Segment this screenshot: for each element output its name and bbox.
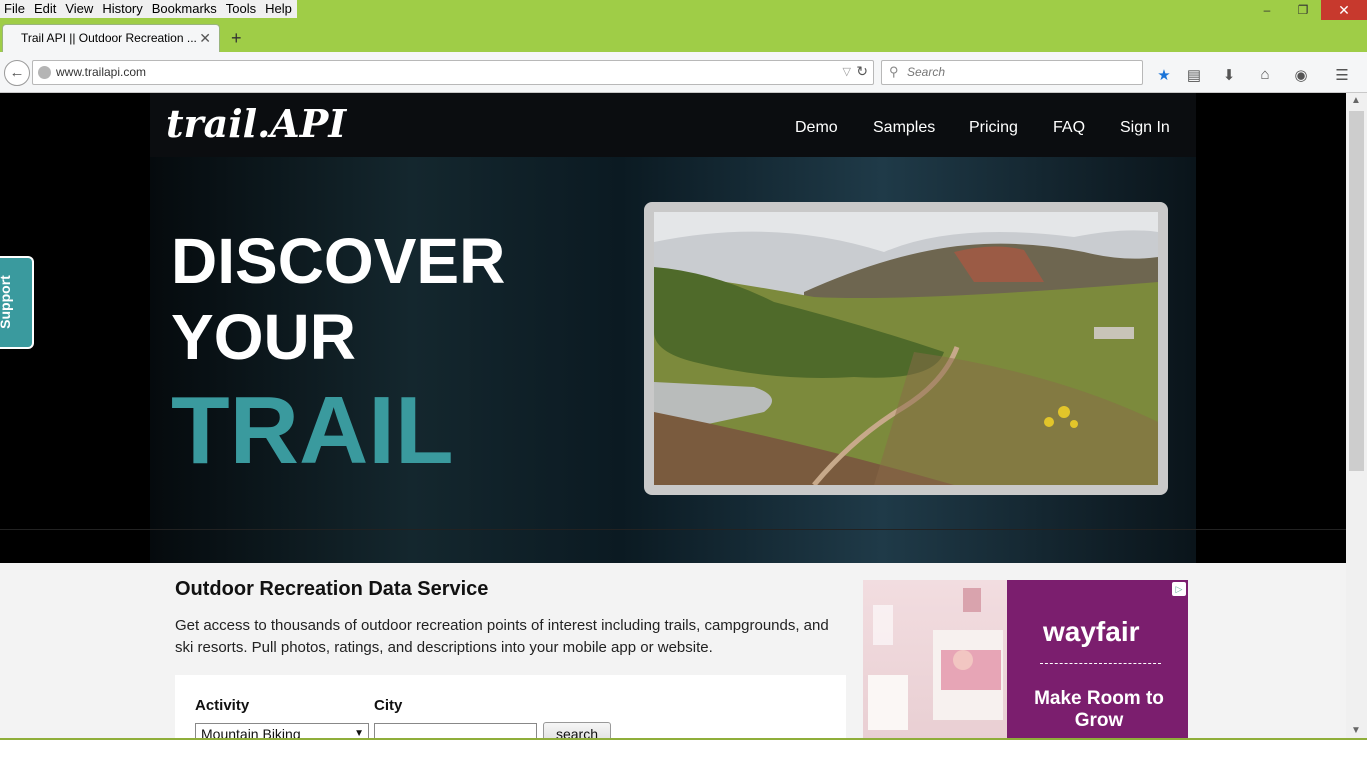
trail-photo [654,212,1158,485]
page-content: trail.API Demo Samples Pricing FAQ Sign … [0,93,1346,738]
advertisement[interactable]: wayfair Make Room to Grow ▷ [863,580,1188,738]
search-placeholder: Search [907,65,946,79]
activity-select[interactable]: Mountain Biking ▼ [195,723,369,738]
scroll-down-icon[interactable]: ▼ [1351,725,1361,736]
menu-tools[interactable]: Tools [222,0,261,18]
nav-samples[interactable]: Samples [873,119,935,137]
reading-list-icon[interactable]: ▤ [1184,66,1204,84]
hero-section: trail.API Demo Samples Pricing FAQ Sign … [0,93,1346,563]
close-window-button[interactable]: ✕ [1321,0,1367,20]
bookmark-star-icon[interactable]: ★ [1154,66,1174,84]
ad-tagline: Make Room to Grow [1034,688,1164,731]
section-description: Get access to thousands of outdoor recre… [175,617,829,656]
chevron-down-icon: ▼ [354,728,364,738]
support-tab[interactable]: Support [0,256,34,349]
search-form: Activity City Mountain Biking ▼ search [175,675,846,738]
home-icon[interactable]: ⌂ [1255,66,1275,83]
ad-brand: wayfair [1043,616,1140,647]
tab-close-icon[interactable]: ✕ [199,25,211,52]
back-button[interactable]: ← [4,60,30,86]
hero-divider [0,529,1346,530]
ad-divider [1040,663,1161,664]
menu-history[interactable]: History [98,0,147,18]
hero-headline-trail: TRAIL [171,377,454,484]
adchoices-icon[interactable]: ▷ [1172,582,1186,596]
nav-demo[interactable]: Demo [795,119,838,137]
menu-bookmarks[interactable]: Bookmarks [148,0,222,18]
city-input[interactable] [374,723,537,738]
globe-icon [38,66,51,79]
menu-edit[interactable]: Edit [30,0,61,18]
minimize-button[interactable]: – [1249,0,1285,20]
nav-faq[interactable]: FAQ [1053,119,1085,137]
reload-icon[interactable]: ↻ [856,63,868,80]
url-text[interactable]: www.trailapi.com [56,61,146,84]
search-bar[interactable]: ⚲ Search [881,60,1143,85]
menu-help[interactable]: Help [261,0,297,18]
city-label: City [374,697,403,714]
back-arrow-icon: ← [9,64,25,81]
scrollbar-thumb[interactable] [1349,111,1364,471]
nav-pricing[interactable]: Pricing [969,119,1018,137]
site-logo[interactable]: trail.API [166,101,346,146]
new-tab-button[interactable]: + [231,28,242,49]
navigation-toolbar: ← www.trailapi.com ▽ ↻ ⚲ Search ★ ▤ ⬇ ⌂ … [0,52,1367,93]
menu-file[interactable]: File [0,0,30,18]
hero-photo-frame [644,202,1168,495]
history-dropdown-icon[interactable]: ▽ [843,65,851,78]
browser-tab[interactable]: Trail API || Outdoor Recreation ... ✕ [2,24,220,53]
download-icon[interactable]: ⬇ [1219,66,1239,84]
vertical-scrollbar[interactable]: ▲ ▼ [1346,93,1367,738]
menu-view[interactable]: View [61,0,98,18]
url-bar[interactable]: www.trailapi.com ▽ ↻ [32,60,874,85]
activity-label: Activity [195,697,250,714]
search-icon: ⚲ [889,64,899,79]
scroll-up-icon[interactable]: ▲ [1351,95,1361,106]
nav-sign-in[interactable]: Sign In [1120,119,1170,137]
browser-chrome: File Edit View History Bookmarks Tools H… [0,0,1367,93]
hero-headline-discover: DISCOVER [171,225,506,297]
tab-title: Trail API || Outdoor Recreation ... [21,31,197,45]
menu-icon[interactable]: ☰ [1332,66,1352,84]
chat-icon[interactable]: ◉ [1291,66,1311,84]
activity-select-value: Mountain Biking [201,726,301,738]
restore-button[interactable]: ❐ [1285,0,1321,20]
support-tab-label: Support [0,275,13,329]
search-button[interactable]: search [543,722,611,738]
hero-headline-your: YOUR [171,301,356,373]
section-title: Outdoor Recreation Data Service [175,578,489,600]
window-controls: – ❐ ✕ [1249,0,1367,20]
ad-room-image [863,580,1007,738]
bottom-edge [0,738,1367,768]
menu-bar: File Edit View History Bookmarks Tools H… [0,0,297,18]
